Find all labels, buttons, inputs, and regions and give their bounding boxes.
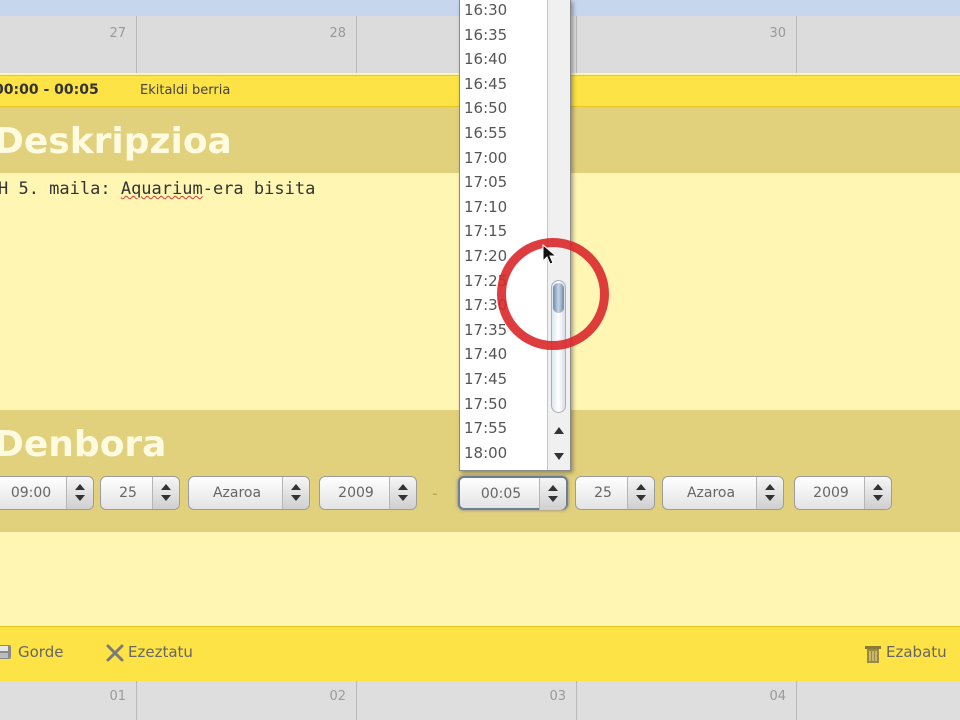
spinner-arrows-icon[interactable] (152, 477, 179, 509)
start-day-value: 25 (119, 485, 137, 501)
calendar-day-number: 04 (769, 689, 786, 704)
calendar-day-cell[interactable]: 28 (137, 16, 357, 73)
description-text: H 5. maila: Aquarium-era bisita (0, 179, 315, 199)
end-day-value: 25 (594, 485, 612, 501)
start-day-spinner[interactable]: 25 (100, 476, 180, 510)
calendar-day-cell[interactable]: 01 (0, 681, 137, 720)
start-month-value: Azaroa (212, 485, 262, 501)
spinner-arrows-icon[interactable] (389, 477, 416, 509)
time-option[interactable]: 16:45 (464, 72, 507, 96)
spinner-arrows-icon[interactable] (282, 477, 309, 509)
cancel-label: Ezeztatu (128, 643, 193, 661)
time-option[interactable]: 17:55 (464, 416, 507, 440)
date-range-separator: - (432, 484, 438, 503)
calendar-day-cell[interactable]: 03 (357, 681, 577, 720)
calendar-day-number: 01 (109, 689, 126, 704)
spinner-arrows-icon[interactable] (627, 477, 654, 509)
calendar-day-cell[interactable]: 02 (137, 681, 357, 720)
spinner-arrows-icon[interactable] (539, 478, 566, 510)
start-year-value: 2009 (338, 485, 374, 501)
spinner-arrows-icon[interactable] (756, 477, 783, 509)
time-option[interactable]: 17:10 (464, 195, 507, 219)
calendar-day-number: 02 (329, 689, 346, 704)
calendar-day-cell[interactable] (797, 681, 960, 720)
time-option[interactable]: 16:50 (464, 96, 507, 120)
time-option[interactable]: 17:35 (464, 318, 507, 342)
description-text-part: -era bisita (202, 179, 316, 199)
trash-icon (864, 644, 881, 663)
time-option[interactable]: 18:00 (464, 441, 507, 465)
save-button[interactable]: Gorde (0, 643, 63, 661)
time-dropdown-list[interactable]: 16:30 16:35 16:40 16:45 16:50 16:55 17:00 17:05… (459, 0, 571, 471)
cancel-icon (106, 644, 124, 662)
scroll-down-arrow-icon[interactable] (548, 446, 570, 468)
calendar-day-cell[interactable]: 30 (577, 16, 797, 73)
end-month-spinner[interactable]: Azaroa (662, 476, 784, 510)
time-option[interactable]: 17:50 (464, 392, 507, 416)
time-option[interactable]: 16:35 (464, 23, 507, 47)
calendar-day-number: 27 (109, 26, 126, 41)
cancel-button[interactable]: Ezeztatu (106, 643, 193, 662)
description-misspelled-word: Aquarium (120, 179, 203, 199)
end-time-spinner[interactable]: 00:05 (458, 476, 568, 510)
time-option[interactable]: 17:00 (464, 146, 507, 170)
time-option[interactable]: 17:05 (464, 170, 507, 194)
description-heading: Deskripzioa (0, 121, 232, 162)
mouse-cursor-icon (542, 243, 558, 266)
time-heading: Denbora (0, 424, 167, 465)
calendar-day-number: 30 (769, 26, 786, 41)
dropdown-scrollbar[interactable] (547, 0, 570, 470)
time-option[interactable]: 17:20 (464, 244, 507, 268)
start-year-spinner[interactable]: 2009 (319, 476, 417, 510)
end-day-spinner[interactable]: 25 (575, 476, 655, 510)
form-spacer (0, 532, 960, 626)
time-option[interactable]: 17:40 (464, 342, 507, 366)
event-title: Ekitaldi berria (140, 83, 231, 98)
calendar-day-cell[interactable] (797, 16, 960, 73)
time-option[interactable]: 16:30 (464, 0, 507, 22)
end-year-spinner[interactable]: 2009 (794, 476, 892, 510)
start-time-spinner[interactable]: 09:00 (0, 476, 94, 510)
calendar-day-number: 03 (549, 689, 566, 704)
time-option[interactable]: 16:40 (464, 47, 507, 71)
end-time-value: 00:05 (480, 486, 522, 502)
save-label: Gorde (18, 643, 64, 661)
description-text-part: H 5. maila: (0, 179, 121, 199)
calendar-day-number: 28 (329, 26, 346, 41)
end-month-value: Azaroa (686, 485, 736, 501)
delete-button[interactable]: Ezabatu (864, 643, 947, 663)
calendar-day-cell[interactable]: 04 (577, 681, 797, 720)
scroll-up-arrow-icon[interactable] (548, 420, 570, 442)
start-time-value: 09:00 (10, 485, 52, 501)
spinner-arrows-icon[interactable] (864, 477, 891, 509)
calendar-week-row-bottom: 01 02 03 04 (0, 681, 960, 720)
time-option[interactable]: 17:45 (464, 367, 507, 391)
start-month-spinner[interactable]: Azaroa (188, 476, 310, 510)
time-option[interactable]: 17:15 (464, 219, 507, 243)
save-icon (0, 644, 12, 660)
time-option[interactable]: 16:55 (464, 121, 507, 145)
delete-label: Ezabatu (886, 643, 947, 661)
spinner-arrows-icon[interactable] (66, 477, 93, 509)
calendar-day-cell[interactable]: 27 (0, 16, 137, 73)
event-toolbar: Gorde Ezeztatu Ezabatu (0, 626, 960, 682)
event-time-range: 00:00 - 00:05 (0, 82, 99, 98)
end-year-value: 2009 (813, 485, 849, 501)
